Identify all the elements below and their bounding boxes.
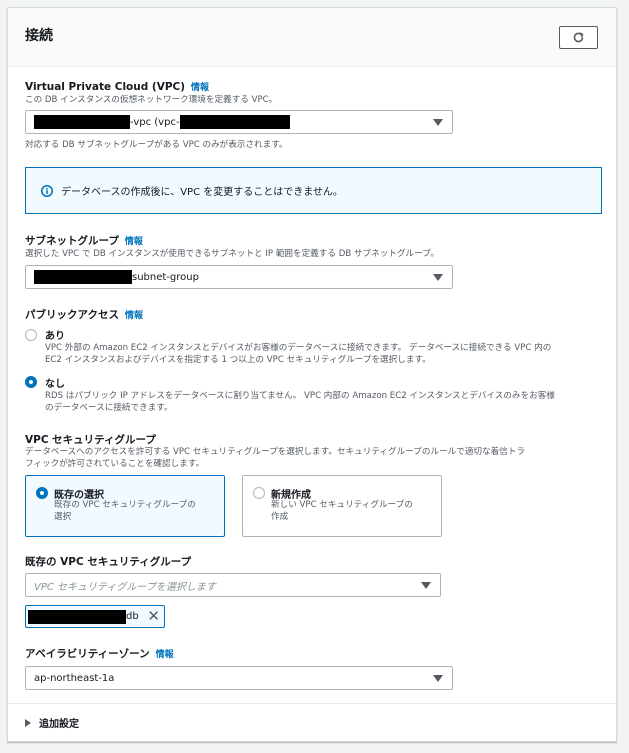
additional-settings-label: 追加設定 [39,719,79,730]
public-access-no-desc-1: RDS はパブリック IP アドレスをデータベースに割り当てません。 VPC 内… [45,391,555,401]
tile-desc-line: 選択 [54,512,72,522]
redacted-block [34,115,130,129]
existing-sg-placeholder: VPC セキュリティグループを選択します [34,581,216,593]
public-access-no-radio[interactable] [25,376,37,388]
choose-existing-radio[interactable] [36,487,48,499]
tile-desc-line: 作成 [271,512,289,522]
existing-sg-label: 既存の VPC セキュリティグループ [25,556,192,568]
vpc-label-text: Virtual Private Cloud (VPC) [25,81,186,93]
additional-settings-expander[interactable]: 追加設定 [25,715,79,730]
info-icon [41,184,53,197]
caret-down-icon [433,119,443,126]
panel-header: 接続 [8,8,616,67]
public-access-yes-desc-1: VPC 外部の Amazon EC2 インスタンスとデバイスがお客様のデータベー… [45,343,552,353]
public-access-no-desc-2: のデータベースに接続できます。 [45,403,173,413]
tile-create-new[interactable]: 新規作成 新しい VPC セキュリティグループの 作成 [242,475,442,537]
security-group-label: VPC セキュリティグループ [25,434,156,446]
caret-down-icon [433,274,443,281]
public-access-yes-label: あり [45,331,65,342]
az-info-link[interactable]: 情報 [156,650,174,660]
info-alert: データベースの作成後に、VPC を変更することはできません。 [25,167,602,214]
subnet-info-link[interactable]: 情報 [125,237,143,247]
redacted-block [34,270,132,284]
public-access-info-link[interactable]: 情報 [125,311,143,321]
vpc-field-label: Virtual Private Cloud (VPC) 情報 [25,80,209,93]
alert-text: データベースの作成後に、VPC を変更することはできません。 [61,187,343,198]
az-label-text: アベイラビリティーゾーン [25,648,150,660]
refresh-button[interactable] [559,26,598,49]
refresh-icon [573,32,584,43]
create-new-radio[interactable] [253,487,265,499]
subnet-description: 選択した VPC で DB インスタンスが使用できるサブネットと IP 範囲を定… [25,249,440,259]
redacted-block [28,609,126,624]
availability-zone-select[interactable]: ap-northeast-1a [25,666,453,690]
subnet-select-value: subnet-group [132,271,199,283]
panel-title: 接続 [25,28,53,44]
selected-sg-token: db ✕ [25,605,165,628]
subnet-group-select[interactable]: subnet-group [25,265,453,289]
divider [8,703,616,704]
tile-description: 既存の VPC セキュリティグループの 選択 [54,499,196,523]
caret-down-icon [433,675,443,682]
security-group-desc-2: フィックが許可されていることを確認します。 [25,459,205,469]
tile-desc-line: 新しい VPC セキュリティグループの [271,500,413,510]
az-select-value: ap-northeast-1a [34,672,115,684]
vpc-select[interactable]: -vpc (vpc- [25,110,453,134]
caret-down-icon [421,582,431,589]
token-label: db [126,611,139,622]
public-access-label-text: パブリックアクセス [25,309,119,321]
az-field-label: アベイラビリティーゾーン 情報 [25,646,174,661]
caret-right-icon [25,718,31,727]
subnet-label-text: サブネットグループ [25,235,119,247]
existing-sg-select[interactable]: VPC セキュリティグループを選択します [25,573,441,597]
vpc-info-link[interactable]: 情報 [191,83,209,93]
vpc-description: この DB インスタンスの仮想ネットワーク環境を定義する VPC。 [25,95,278,105]
public-access-no-label: なし [45,379,65,390]
remove-token-icon[interactable]: ✕ [147,608,160,624]
public-access-yes-radio[interactable] [25,329,37,341]
tile-choose-existing[interactable]: 既存の選択 既存の VPC セキュリティグループの 選択 [25,475,225,537]
public-access-yes-desc-2: EC2 インスタンスおよびデバイスを指定する 1 つ以上の VPC セキュリティ… [45,355,431,365]
subnet-field-label: サブネットグループ 情報 [25,233,143,248]
vpc-select-value: -vpc (vpc- [130,116,180,128]
security-group-desc-1: データベースへのアクセスを許可する VPC セキュリティグループを選択します。セ… [25,447,525,457]
redacted-block [179,115,290,129]
vpc-hint: 対応する DB サブネットグループがある VPC のみが表示されます。 [25,140,288,150]
tile-desc-line: 既存の VPC セキュリティグループの [54,500,196,510]
tile-description: 新しい VPC セキュリティグループの 作成 [271,499,413,523]
public-access-label: パブリックアクセス 情報 [25,307,143,322]
connectivity-panel: 接続 Virtual Private Cloud (VPC) 情報 この DB イ… [7,7,617,742]
